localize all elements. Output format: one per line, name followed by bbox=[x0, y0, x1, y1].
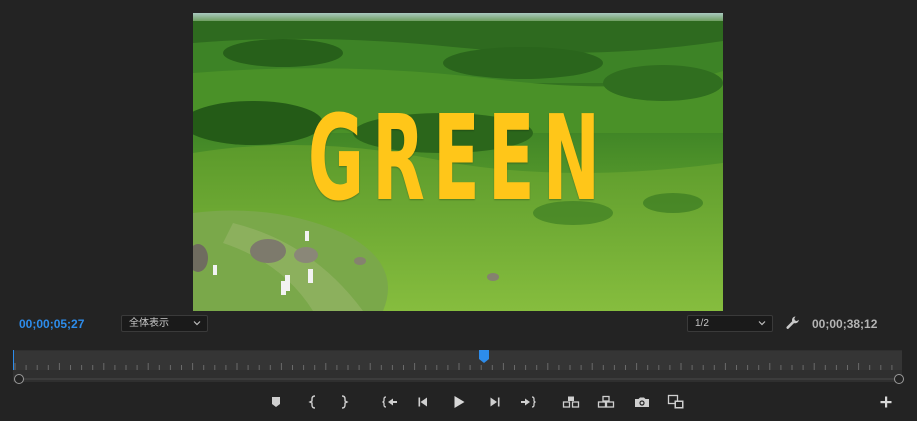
step-forward-icon bbox=[490, 397, 500, 407]
chevron-down-icon bbox=[193, 321, 201, 326]
go-to-in-icon bbox=[382, 396, 397, 408]
go-to-out-button[interactable] bbox=[519, 393, 537, 411]
button-editor-button[interactable] bbox=[877, 393, 895, 411]
go-to-in-button[interactable] bbox=[381, 393, 399, 411]
play-button[interactable] bbox=[450, 393, 468, 411]
step-back-icon bbox=[418, 397, 427, 407]
duration-timecode: 00;00;38;12 bbox=[812, 317, 878, 331]
resolution-dropdown-label: 1/2 bbox=[695, 318, 709, 329]
video-title-text: GREEN bbox=[307, 89, 609, 227]
export-frame-button[interactable] bbox=[633, 393, 651, 411]
camera-icon bbox=[635, 397, 649, 407]
video-preview[interactable]: GREEN bbox=[193, 13, 723, 311]
chevron-down-icon bbox=[758, 321, 766, 326]
playhead-marker[interactable] bbox=[479, 350, 490, 364]
fit-dropdown[interactable]: 全体表示 bbox=[121, 315, 208, 332]
mark-out-icon bbox=[341, 395, 349, 409]
comparison-view-button[interactable] bbox=[667, 393, 685, 411]
extract-button[interactable] bbox=[597, 393, 615, 411]
fit-dropdown-label: 全体表示 bbox=[129, 318, 169, 329]
go-to-out-icon bbox=[521, 396, 536, 408]
add-marker-button[interactable] bbox=[267, 393, 285, 411]
wrench-icon[interactable] bbox=[785, 315, 801, 331]
step-back-button[interactable] bbox=[415, 393, 433, 411]
resolution-dropdown[interactable]: 1/2 bbox=[687, 315, 773, 332]
zoom-handle-right[interactable] bbox=[894, 374, 904, 384]
play-icon bbox=[454, 396, 465, 408]
extract-icon bbox=[597, 395, 615, 408]
plus-icon bbox=[880, 396, 892, 408]
marker-icon bbox=[272, 397, 280, 407]
current-timecode[interactable]: 00;00;05;27 bbox=[19, 316, 84, 332]
zoom-scrollbar-track[interactable] bbox=[24, 378, 894, 380]
mark-out-button[interactable] bbox=[335, 393, 353, 411]
lift-icon bbox=[562, 396, 580, 408]
step-forward-button[interactable] bbox=[485, 393, 503, 411]
mark-in-icon bbox=[308, 395, 316, 409]
mark-in-button[interactable] bbox=[304, 393, 322, 411]
program-monitor: GREEN 00;00;05;27 全体表示 1/2 00;00;38;12 bbox=[0, 0, 917, 421]
lift-button[interactable] bbox=[562, 393, 580, 411]
zoom-handle-left[interactable] bbox=[14, 374, 24, 384]
comparison-view-icon bbox=[667, 394, 684, 409]
